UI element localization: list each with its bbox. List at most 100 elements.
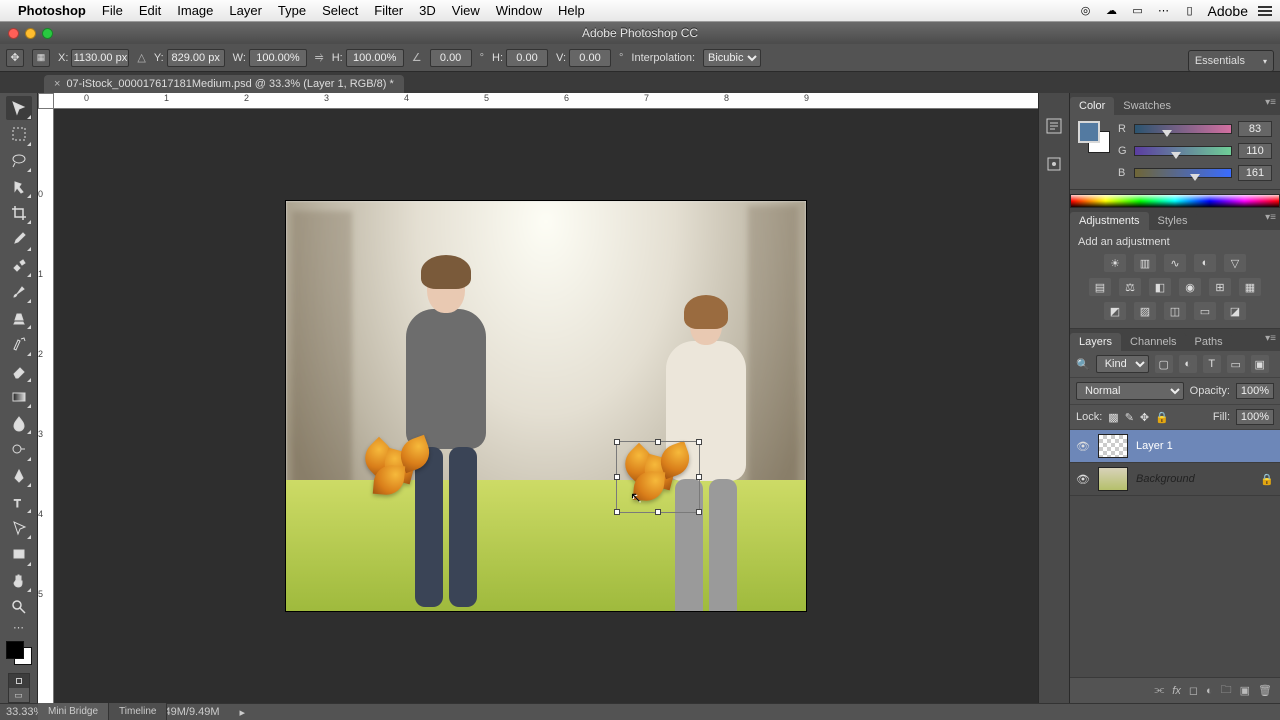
minimize-window-button[interactable]	[25, 28, 36, 39]
layer-row[interactable]: 👁 Background 🔒	[1070, 463, 1280, 496]
channel-mixer-icon[interactable]: ⊞	[1209, 278, 1231, 296]
layer-name[interactable]: Layer 1	[1136, 440, 1274, 452]
more-icon[interactable]: ⋯	[1156, 3, 1172, 19]
tab-mini-bridge[interactable]: Mini Bridge	[38, 703, 109, 720]
lock-all-icon[interactable]: 🔒	[1155, 411, 1169, 424]
layer-fx-icon[interactable]: fx	[1172, 685, 1181, 697]
transform-handle[interactable]	[614, 509, 620, 515]
edit-toolbar-icon[interactable]: ⋯	[6, 621, 32, 634]
visibility-toggle-icon[interactable]: 👁	[1076, 473, 1090, 486]
panel-menu-icon[interactable]: ▾≡	[1265, 333, 1276, 344]
rect-marquee-tool[interactable]	[6, 122, 32, 146]
path-select-tool[interactable]	[6, 516, 32, 540]
transform-handle[interactable]	[655, 509, 661, 515]
zoom-tool[interactable]	[6, 595, 32, 619]
selective-color-icon[interactable]: ◪	[1224, 302, 1246, 320]
horizontal-ruler[interactable]: 0 1 2 3 4 5 6 7 8 9	[54, 93, 1038, 109]
close-tab-icon[interactable]: ×	[54, 78, 60, 90]
zoom-window-button[interactable]	[42, 28, 53, 39]
filter-pixel-icon[interactable]: ▢	[1155, 355, 1173, 373]
color-lookup-icon[interactable]: ▦	[1239, 278, 1261, 296]
photo-filter-icon[interactable]: ◉	[1179, 278, 1201, 296]
sync-icon[interactable]: ◎	[1078, 3, 1094, 19]
layer-row[interactable]: 👁 Layer 1	[1070, 430, 1280, 463]
menu-file[interactable]: File	[102, 3, 123, 18]
menu-image[interactable]: Image	[177, 3, 213, 18]
hand-tool[interactable]	[6, 569, 32, 593]
behance-icon[interactable]: ▭	[1130, 3, 1146, 19]
panel-menu-icon[interactable]: ▾≡	[1265, 97, 1276, 108]
document-canvas[interactable]: ↖	[286, 201, 806, 611]
filter-smart-icon[interactable]: ▣	[1251, 355, 1269, 373]
eraser-tool[interactable]	[6, 359, 32, 383]
hue-sat-icon[interactable]: ▤	[1089, 278, 1111, 296]
x-input[interactable]	[71, 49, 129, 67]
tab-color[interactable]: Color	[1070, 97, 1114, 115]
r-slider[interactable]	[1134, 124, 1232, 134]
b-slider[interactable]	[1134, 168, 1232, 178]
standard-mode-icon[interactable]	[9, 674, 29, 688]
visibility-toggle-icon[interactable]: 👁	[1076, 440, 1090, 453]
new-layer-icon[interactable]: ▣	[1240, 684, 1250, 697]
history-brush-tool[interactable]	[6, 332, 32, 356]
fg-swatch[interactable]	[1078, 121, 1100, 143]
quickmask-toggle[interactable]: ▭	[8, 673, 30, 703]
properties-panel-icon[interactable]	[1043, 153, 1065, 175]
blur-tool[interactable]	[6, 411, 32, 435]
lock-pixels-icon[interactable]: ✎	[1125, 411, 1134, 424]
fill-input[interactable]	[1236, 409, 1274, 425]
vskew-input[interactable]	[569, 49, 611, 67]
arrange-icon[interactable]: ▯	[1182, 3, 1198, 19]
layer-thumbnail[interactable]	[1098, 467, 1128, 491]
menu-window[interactable]: Window	[496, 3, 542, 18]
foreground-color-swatch[interactable]	[6, 641, 24, 659]
interpolation-select[interactable]: Bicubic	[703, 49, 761, 67]
transform-handle[interactable]	[696, 474, 702, 480]
ruler-origin[interactable]	[38, 93, 54, 109]
healing-brush-tool[interactable]	[6, 254, 32, 278]
threshold-icon[interactable]: ◫	[1164, 302, 1186, 320]
transform-handle[interactable]	[614, 474, 620, 480]
delete-layer-icon[interactable]: 🗑	[1258, 684, 1272, 697]
posterize-icon[interactable]: ▨	[1134, 302, 1156, 320]
free-transform-bounding-box[interactable]	[616, 441, 700, 513]
color-balance-icon[interactable]: ⚖	[1119, 278, 1141, 296]
r-value[interactable]	[1238, 121, 1272, 137]
h-input[interactable]	[346, 49, 404, 67]
transform-handle[interactable]	[696, 509, 702, 515]
reference-point-grid-icon[interactable]: ▦	[32, 49, 50, 67]
foreground-background-swatches[interactable]	[4, 639, 34, 667]
screen-mode-icon[interactable]: ▭	[9, 688, 29, 702]
document-tab[interactable]: × 07-iStock_000017617181Medium.psd @ 33.…	[44, 75, 404, 93]
close-window-button[interactable]	[8, 28, 19, 39]
color-spectrum[interactable]	[1070, 194, 1280, 208]
filter-adjust-icon[interactable]: ◐	[1179, 355, 1197, 373]
app-menu[interactable]: Photoshop	[18, 3, 86, 18]
pen-tool[interactable]	[6, 464, 32, 488]
brush-tool[interactable]	[6, 280, 32, 304]
lock-position-icon[interactable]: ✥	[1140, 411, 1149, 424]
vertical-ruler[interactable]: 0 1 2 3 4 5	[38, 109, 54, 703]
brightness-contrast-icon[interactable]: ☀	[1104, 254, 1126, 272]
exposure-icon[interactable]: ◐	[1194, 254, 1216, 272]
quick-select-tool[interactable]	[6, 175, 32, 199]
transform-handle[interactable]	[655, 439, 661, 445]
vibrance-icon[interactable]: ▽	[1224, 254, 1246, 272]
tab-styles[interactable]: Styles	[1149, 212, 1197, 230]
tab-swatches[interactable]: Swatches	[1114, 97, 1180, 115]
workspace-switcher[interactable]: Essentials ▾	[1188, 50, 1274, 72]
menu-filter[interactable]: Filter	[374, 3, 403, 18]
lock-transparency-icon[interactable]: ▩	[1108, 411, 1118, 424]
angle-input[interactable]	[430, 49, 472, 67]
gradient-map-icon[interactable]: ▭	[1194, 302, 1216, 320]
menu-edit[interactable]: Edit	[139, 3, 161, 18]
g-value[interactable]	[1238, 143, 1272, 159]
y-input[interactable]	[167, 49, 225, 67]
menu-type[interactable]: Type	[278, 3, 306, 18]
transform-handle[interactable]	[614, 439, 620, 445]
hskew-input[interactable]	[506, 49, 548, 67]
menu-view[interactable]: View	[452, 3, 480, 18]
opacity-input[interactable]	[1236, 383, 1274, 399]
panel-menu-icon[interactable]: ▾≡	[1265, 212, 1276, 223]
move-tool[interactable]	[6, 96, 32, 120]
